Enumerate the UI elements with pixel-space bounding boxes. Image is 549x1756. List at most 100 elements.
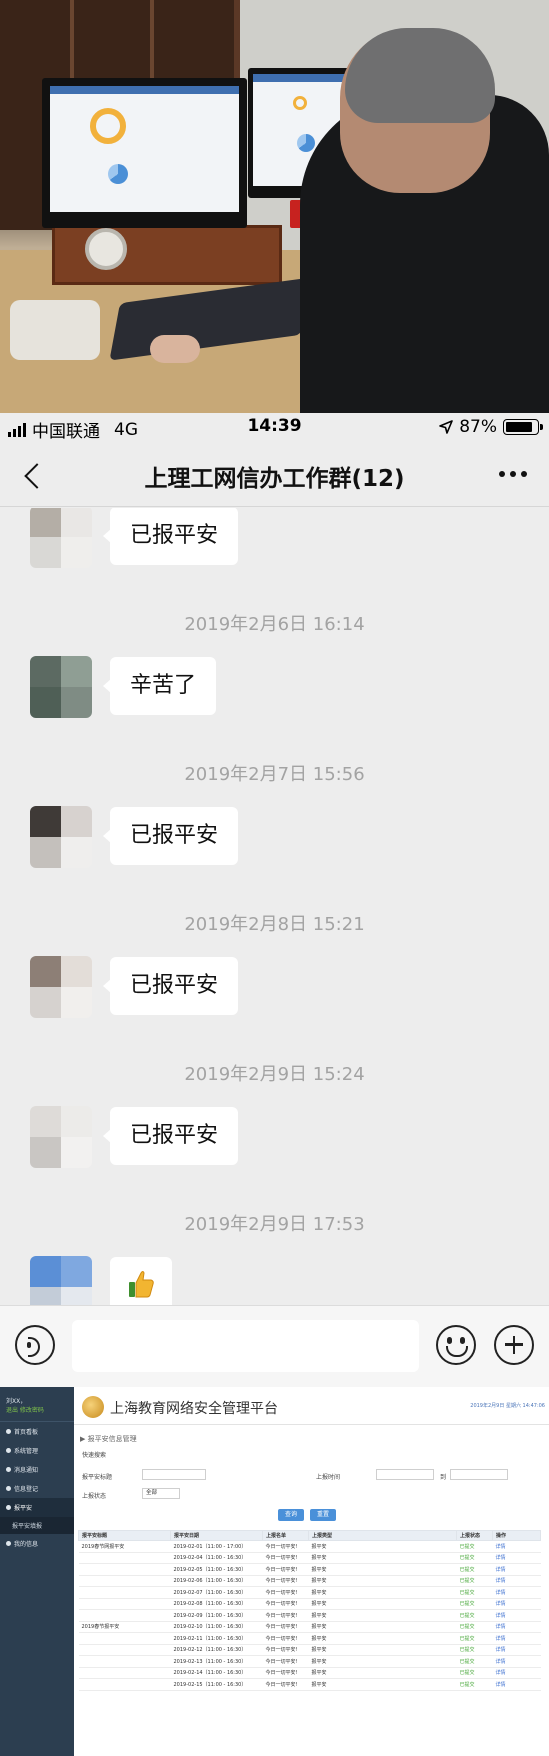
details-link[interactable]: 详情 <box>492 1655 541 1668</box>
table-cell: 报平安 <box>308 1609 457 1622</box>
table-cell: 今日一切平安! <box>262 1575 309 1587</box>
reset-button[interactable]: 重置 <box>310 1509 336 1521</box>
nav-dot-icon <box>6 1429 11 1434</box>
table-cell: 今日一切平安! <box>262 1552 309 1564</box>
plus-icon[interactable] <box>494 1325 534 1365</box>
table-cell: 2019-02-10（11:00 - 16:30） <box>170 1621 263 1633</box>
details-link[interactable]: 详情 <box>492 1563 541 1576</box>
message-timestamp: 2019年2月9日 17:53 <box>184 1214 365 1235</box>
nav-dot-icon <box>6 1448 11 1453</box>
details-link[interactable]: 详情 <box>492 1586 541 1599</box>
table-cell: 报平安 <box>308 1644 457 1656</box>
message-bubble[interactable]: 已报平安 <box>102 807 239 865</box>
admin-nav-label: 我的信息 <box>14 1541 39 1548</box>
table-cell: 已提交 <box>456 1678 493 1691</box>
message-bubble[interactable]: 已报平安 <box>102 508 239 565</box>
message-timestamp: 2019年2月7日 15:56 <box>184 764 365 785</box>
emoji-icon[interactable] <box>436 1325 476 1365</box>
quick-search-label: 快速搜索 <box>82 1452 107 1459</box>
table-cell: 今日一切平安! <box>262 1540 309 1553</box>
details-link[interactable]: 详情 <box>492 1540 541 1553</box>
battery-percent: 87% <box>459 417 497 437</box>
table-cell: 已提交 <box>456 1655 493 1668</box>
admin-nav-item[interactable]: 我的信息 <box>0 1534 74 1553</box>
message-timestamp: 2019年2月8日 15:21 <box>184 914 365 935</box>
avatar[interactable] <box>30 508 92 568</box>
table-cell: 2019-02-15（11:00 - 16:30） <box>170 1678 263 1691</box>
admin-user-name: 刘XX， <box>6 1398 27 1405</box>
thumbs-up-icon <box>129 1271 154 1298</box>
table-cell: 已提交 <box>456 1575 493 1587</box>
table-cell: 已提交 <box>456 1540 493 1553</box>
desk-phone <box>10 300 100 360</box>
avatar[interactable] <box>30 1106 92 1168</box>
table-cell: 已提交 <box>456 1586 493 1599</box>
admin-date: 2019年2月9日 星期六 14:47:06 <box>470 1403 545 1409</box>
details-link[interactable]: 详情 <box>492 1632 541 1645</box>
avatar[interactable] <box>30 656 92 718</box>
end-date-input[interactable] <box>450 1469 508 1480</box>
avatar[interactable] <box>30 956 92 1018</box>
search-button[interactable]: 查询 <box>278 1509 304 1521</box>
table-row: 2019春节报平安 2019-02-10（11:00 - 16:30） 今日一切平安… <box>78 1621 541 1633</box>
table-cell: 2019-02-04（11:00 - 16:30） <box>170 1552 263 1564</box>
table-row: 2019-02-12（11:00 - 16:30） 今日一切平安! 报平安 已提交 详情 <box>78 1644 541 1656</box>
details-link[interactable]: 详情 <box>492 1552 541 1564</box>
avatar[interactable] <box>30 1256 92 1305</box>
details-link[interactable]: 详情 <box>492 1621 541 1633</box>
chat-header: 上理工网信办工作群(12) <box>0 442 549 507</box>
details-link[interactable]: 详情 <box>492 1575 541 1587</box>
admin-nav-label: 信息登记 <box>14 1486 39 1493</box>
message-input[interactable] <box>72 1320 419 1372</box>
report-table: 报平安标题 报平安日期 上报名单 上报类型 上报状态 操作 2019春节网报平安… <box>78 1530 541 1691</box>
admin-nav-item[interactable]: 首页看板 <box>0 1422 74 1441</box>
message-item: 已报平安 <box>18 804 418 874</box>
table-cell: 2019-02-11（11:00 - 16:30） <box>170 1632 263 1645</box>
table-header: 上报名单 <box>262 1530 309 1541</box>
admin-user-info: 刘XX， 退出 修改密码 <box>0 1387 74 1422</box>
more-options-icon[interactable] <box>499 471 527 477</box>
message-item: 已报平安 <box>18 1104 418 1174</box>
table-cell <box>78 1563 171 1576</box>
title-filter-input[interactable] <box>142 1469 206 1480</box>
message-list[interactable]: 已报平安 2019年2月6日 16:14 辛苦了 2019年2月7日 15:56… <box>0 508 549 1305</box>
details-link[interactable]: 详情 <box>492 1667 541 1679</box>
table-cell: 2019-02-13（11:00 - 16:30） <box>170 1655 263 1668</box>
table-cell: 报平安 <box>308 1575 457 1587</box>
table-cell: 2019-02-08（11:00 - 16:30） <box>170 1598 263 1610</box>
status-filter-select[interactable]: 全部 <box>142 1488 180 1499</box>
admin-nav-label: 系统管理 <box>14 1448 39 1455</box>
admin-nav-item[interactable]: 系统管理 <box>0 1441 74 1460</box>
message-item: 已报平安 <box>18 954 418 1024</box>
admin-title: 上海教育网络安全管理平台 <box>110 1401 278 1417</box>
table-row: 2019春节网报平安 2019-02-01（11:00 - 17:00） 今日一切平… <box>78 1540 541 1553</box>
details-link[interactable]: 详情 <box>492 1598 541 1610</box>
admin-nav-item[interactable]: 信息登记 <box>0 1479 74 1498</box>
avatar[interactable] <box>30 806 92 868</box>
table-cell: 今日一切平安! <box>262 1563 309 1576</box>
message-bubble[interactable]: 已报平安 <box>102 957 239 1015</box>
nav-dot-icon <box>6 1467 11 1472</box>
table-cell: 今日一切平安! <box>262 1655 309 1668</box>
details-link[interactable]: 详情 <box>492 1644 541 1656</box>
nav-dot-icon <box>6 1505 11 1510</box>
table-cell: 已提交 <box>456 1644 493 1656</box>
table-cell: 2019-02-06（11:00 - 16:30） <box>170 1575 263 1587</box>
nav-dot-icon <box>6 1486 11 1491</box>
message-bubble[interactable]: 已报平安 <box>102 1107 239 1165</box>
table-cell: 2019-02-09（11:00 - 16:30） <box>170 1609 263 1622</box>
admin-nav-subitem[interactable]: 报平安填报 <box>0 1517 74 1534</box>
admin-nav-item[interactable]: 报平安 <box>0 1498 74 1517</box>
details-link[interactable]: 详情 <box>492 1678 541 1691</box>
admin-nav-item[interactable]: 消息通知 <box>0 1460 74 1479</box>
admin-user-links[interactable]: 退出 修改密码 <box>6 1406 68 1415</box>
voice-icon[interactable] <box>15 1325 55 1365</box>
message-item <box>18 1254 418 1305</box>
table-cell <box>78 1667 171 1679</box>
left-monitor <box>42 78 247 228</box>
details-link[interactable]: 详情 <box>492 1609 541 1622</box>
message-bubble[interactable]: 辛苦了 <box>102 657 217 715</box>
sticker-bubble[interactable] <box>110 1257 172 1305</box>
table-cell: 2019春节报平安 <box>78 1621 171 1633</box>
start-date-input[interactable] <box>376 1469 434 1480</box>
